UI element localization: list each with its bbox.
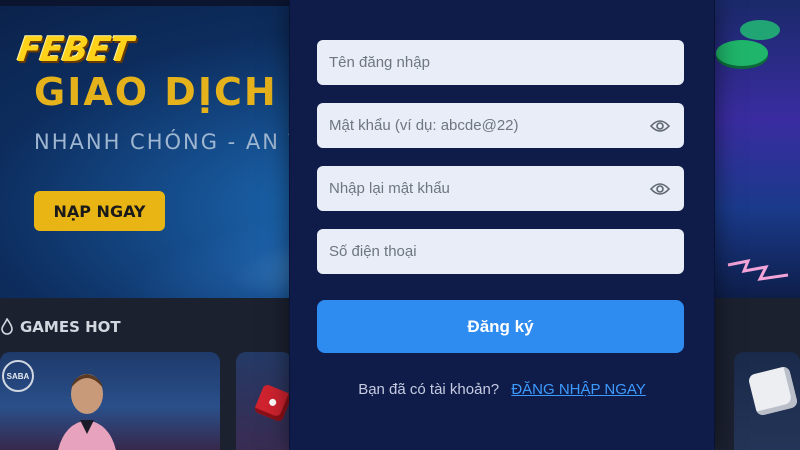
games-hot-header: GAMES HOT [0,318,121,336]
phone-field[interactable] [317,229,684,274]
phone-input[interactable] [329,229,670,274]
logo[interactable]: FEBET [15,30,134,70]
dice-icon [253,383,292,423]
casino-chip-icon [716,40,768,66]
have-account-text: Bạn đã có tài khoản? [358,381,500,398]
page: FEBET GIAO DỊCH BẢ NHANH CHÓNG - AN TOÀN… [0,0,800,450]
eye-icon[interactable] [650,182,670,196]
game-card[interactable] [236,352,292,450]
dice-icon [747,365,799,417]
section-title: GAMES HOT [20,318,121,336]
username-field[interactable] [317,40,684,85]
player-image [58,374,116,450]
confirm-password-field[interactable] [317,166,684,211]
game-card[interactable]: SABA [0,352,220,450]
register-modal: Đăng ký Bạn đã có tài khoản? ĐĂNG NHẬP N… [290,0,714,450]
password-field[interactable] [317,103,684,148]
flame-icon [1,318,13,335]
login-prompt: Bạn đã có tài khoản? ĐĂNG NHẬP NGAY [290,381,714,398]
login-link[interactable]: ĐĂNG NHẬP NGAY [511,381,645,398]
game-card[interactable] [734,352,800,450]
password-input[interactable] [329,103,642,148]
username-input[interactable] [329,40,670,85]
provider-badge: SABA [2,360,34,392]
register-button[interactable]: Đăng ký [317,300,684,353]
deposit-button[interactable]: NẠP NGAY [34,191,165,231]
casino-chip-icon [740,20,780,40]
eye-icon[interactable] [650,119,670,133]
confirm-password-input[interactable] [329,166,642,211]
lightning-icon [727,258,789,281]
